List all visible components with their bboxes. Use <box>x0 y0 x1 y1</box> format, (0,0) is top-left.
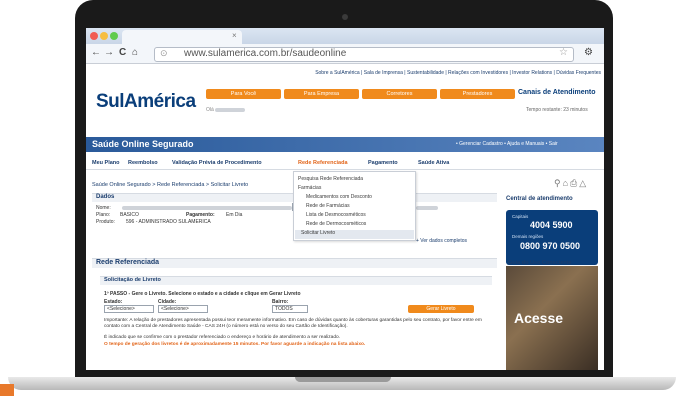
dados-title: Dados <box>96 194 115 200</box>
menu-reembolso[interactable]: Reembolso <box>128 160 158 166</box>
bairro-select[interactable]: TODOS <box>272 305 308 313</box>
tempo-geracao-text: O tempo de geração dos livretos é de apr… <box>104 342 366 347</box>
page-tools-icons[interactable]: ⚲⌂⎙△ <box>554 178 588 189</box>
canais-atendimento-link[interactable]: Canais de Atendimento <box>518 89 596 96</box>
zoom-window-icon[interactable] <box>110 32 118 40</box>
dropdown-farmacias[interactable]: Farmácias <box>298 185 321 191</box>
indicado-text: É indicado que se confirme com o prestad… <box>104 335 340 340</box>
forward-icon[interactable]: → <box>104 47 114 58</box>
rede-referenciada-dropdown: Pesquisa Rede Referenciada Farmácias Med… <box>293 171 416 241</box>
section-title: Saúde Online Segurado <box>92 139 194 149</box>
greeting-label: Olá <box>206 107 214 113</box>
tab-para-empresa[interactable]: Para Empresa <box>284 89 359 99</box>
acesse-button[interactable]: Acesse <box>514 310 563 326</box>
minimize-window-icon[interactable] <box>100 32 108 40</box>
browser-window: × ← → C ⌂ ⊙ www.sulamerica.com.br/saudeo… <box>86 28 604 370</box>
produto-value: 596 - ADMINISTRADO SULAMERICA <box>126 219 211 225</box>
reload-icon[interactable]: C <box>119 47 126 58</box>
tab-close-icon[interactable]: × <box>232 31 237 40</box>
camera-icon <box>342 14 348 20</box>
user-name-redacted <box>215 107 246 112</box>
passo-text: 1º PASSO - Gere o Livreto. Selecione o e… <box>104 291 301 297</box>
central-title: Central de atendimento <box>506 196 573 202</box>
account-links[interactable]: • Gerenciar Cadastro • Ajuda e Manuais •… <box>456 141 558 147</box>
central-panel: Capitais 4004 5900 Demais regiões 0800 9… <box>506 210 598 265</box>
tab-para-voce[interactable]: Para Você <box>206 89 281 99</box>
sulamerica-logo[interactable]: SulAmérica <box>96 91 196 113</box>
laptop-notch <box>295 377 391 382</box>
wrench-icon[interactable]: ⚙ <box>584 47 593 58</box>
pagamento-label: Pagamento: <box>186 212 215 218</box>
dropdown-rede-dermocosmeticos[interactable]: Rede de Dermocosméticos <box>306 221 366 227</box>
demais-label: Demais regiões <box>512 234 544 239</box>
cidade-select[interactable]: <Selecione> <box>158 305 208 313</box>
livreto-title: Solicitação de Livreto <box>104 277 161 283</box>
session-timer: Tempo restante: 23 minutos <box>526 107 588 113</box>
dropdown-rede-farmacias[interactable]: Rede de Farmácias <box>306 203 350 209</box>
browser-tab[interactable] <box>122 30 242 44</box>
estado-select[interactable]: <Selecione> <box>104 305 154 313</box>
top-links[interactable]: Sobre a SulAmérica | Sala de Imprensa | … <box>226 70 601 76</box>
close-window-icon[interactable] <box>90 32 98 40</box>
dropdown-lista-desmocosmeticos[interactable]: Lista de Desmocosméticos <box>306 212 366 218</box>
capitais-label: Capitais <box>512 214 529 219</box>
phone-demais: 0800 970 0500 <box>520 241 581 251</box>
star-icon[interactable]: ☆ <box>559 47 568 58</box>
orange-accent <box>0 384 14 396</box>
back-icon[interactable]: ← <box>91 47 101 58</box>
gerar-livreto-button[interactable]: Gerar Livreto <box>408 305 474 313</box>
dropdown-solicitar-livreto[interactable]: Solicitar Livreto <box>295 230 414 239</box>
tab-corretores[interactable]: Corretores <box>362 89 437 99</box>
pagamento-value: Em Dia <box>226 212 243 218</box>
nome-value-redacted <box>122 206 292 210</box>
page-info-icon[interactable]: ⊙ <box>160 48 168 59</box>
greeting: Olá <box>206 107 246 113</box>
menu-meu-plano[interactable]: Meu Plano <box>92 160 120 166</box>
menu-pagamento[interactable]: Pagamento <box>368 160 398 166</box>
home-icon[interactable]: ⌂ <box>132 47 138 58</box>
menu-saude-ativa[interactable]: Saúde Ativa <box>418 160 449 166</box>
importante-text: Importante: A relação de prestadores apr… <box>104 318 482 329</box>
dropdown-pesquisa[interactable]: Pesquisa Rede Referenciada <box>298 176 363 182</box>
menu-rede-referenciada[interactable]: Rede Referenciada <box>298 160 348 166</box>
ver-dados-link[interactable]: + Ver dados completos <box>416 238 467 244</box>
id-value-redacted <box>416 206 438 210</box>
plano-value: BASICO <box>120 212 139 218</box>
breadcrumb[interactable]: Saúde Online Segurado > Rede Referenciad… <box>92 182 248 188</box>
menu-divider <box>86 169 604 170</box>
phone-capitais: 4004 5900 <box>530 220 573 230</box>
rede-title: Rede Referenciada <box>96 259 160 266</box>
plano-label: Plano: <box>96 212 111 218</box>
dropdown-medicamentos[interactable]: Medicamentos com Desconto <box>306 194 372 200</box>
produto-label: Produto: <box>96 219 115 225</box>
url-text: www.sulamerica.com.br/saudeonline <box>184 48 347 59</box>
menu-validacao[interactable]: Validação Prévia de Procedimento <box>172 160 262 166</box>
tab-prestadores[interactable]: Prestadores <box>440 89 515 99</box>
nome-label: Nome: <box>96 205 111 211</box>
